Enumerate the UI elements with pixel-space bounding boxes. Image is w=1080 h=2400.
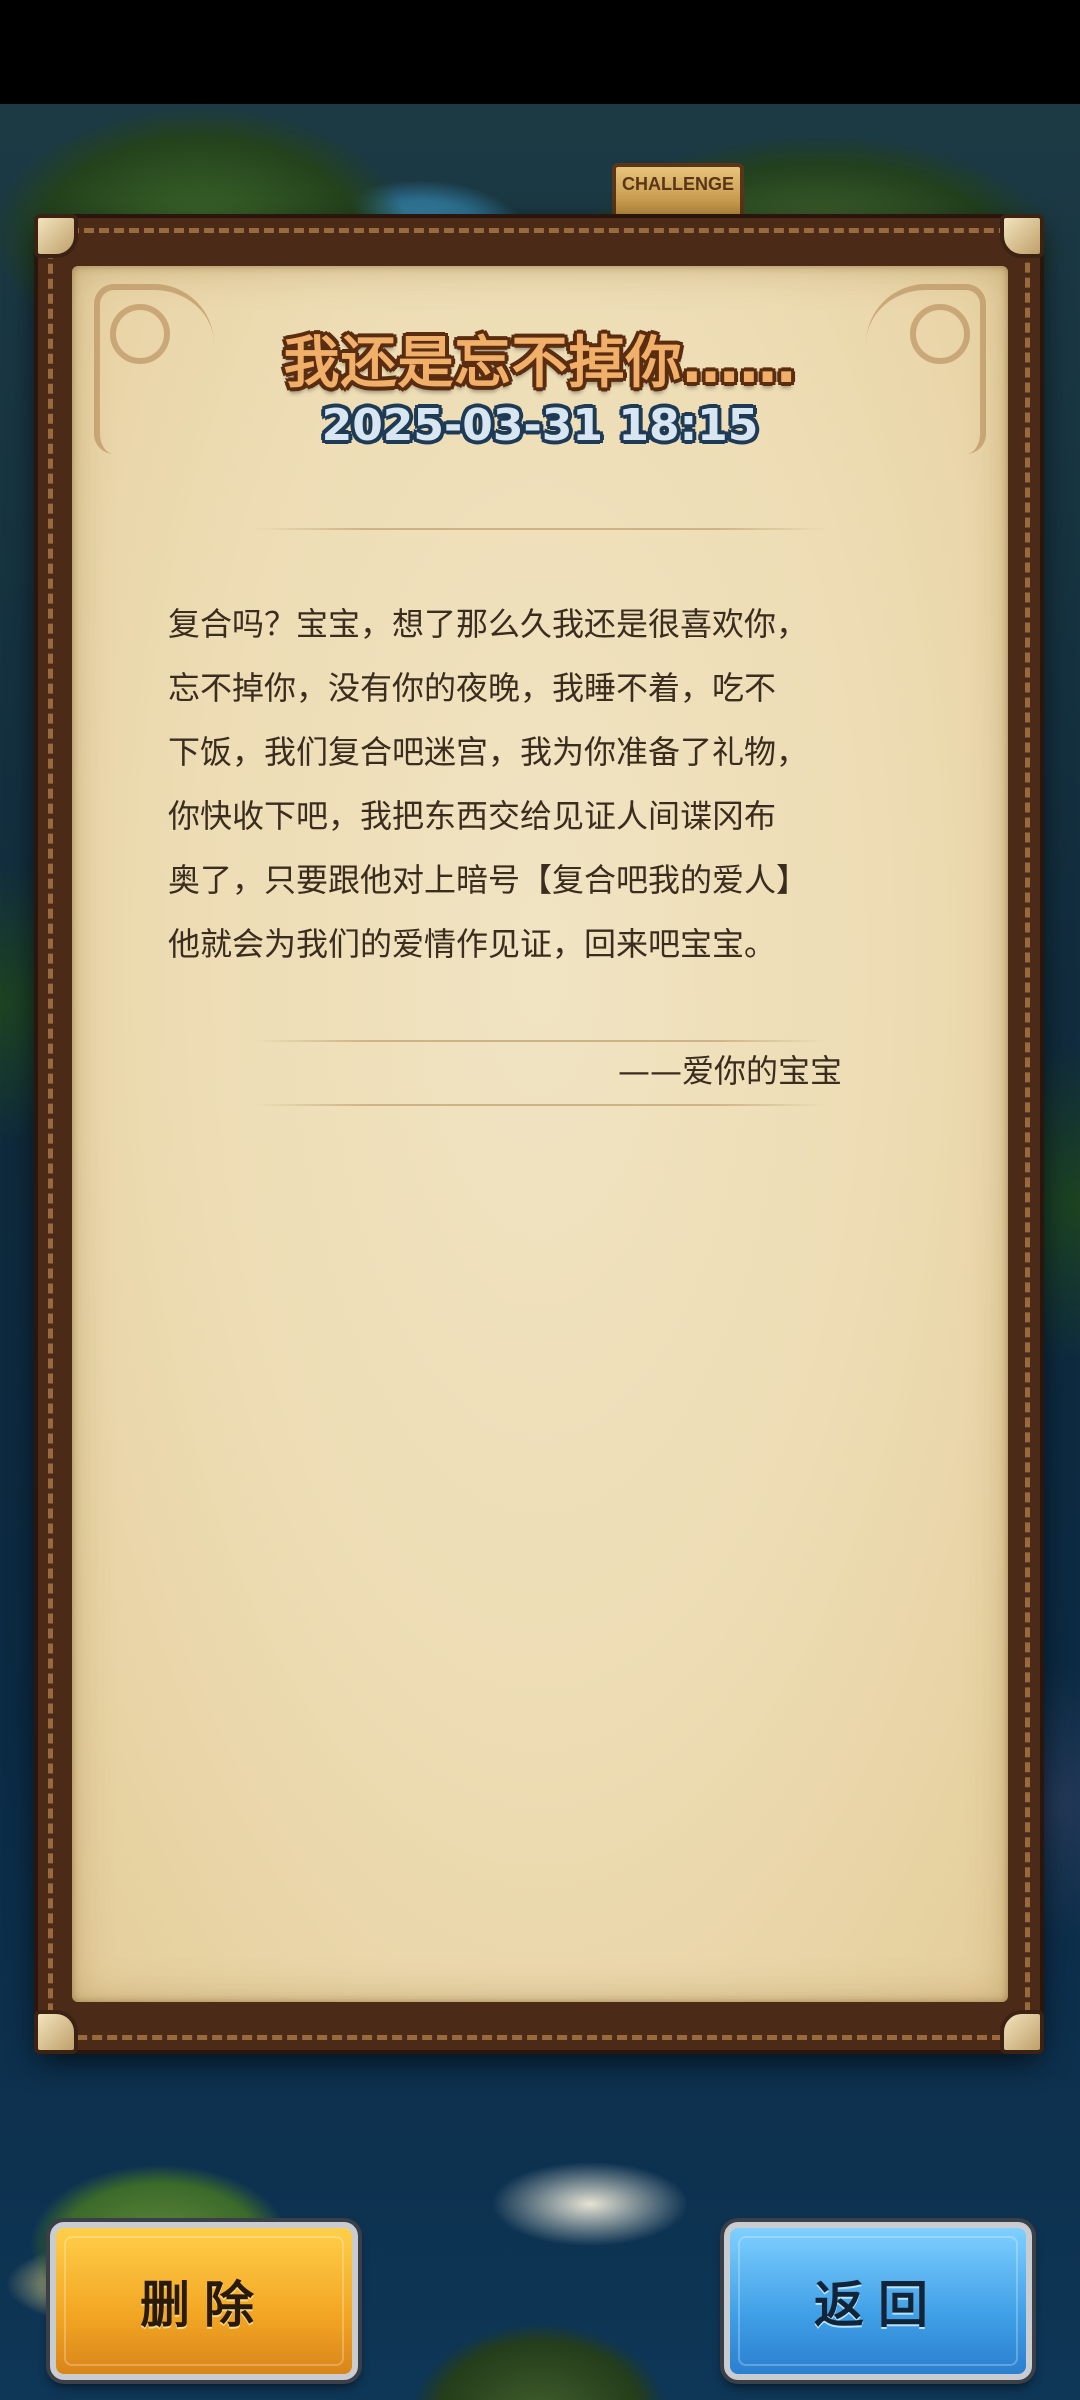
divider xyxy=(252,1104,828,1106)
letter-line: 复合吗？宝宝，想了那么久我还是很喜欢你， xyxy=(168,605,809,643)
letter-body: 复合吗？宝宝，想了那么久我还是很喜欢你， 忘不掉你，没有你的夜晚，我睡不着，吃不… xyxy=(168,592,868,976)
letter-line: 忘不掉你，没有你的夜晚，我睡不着，吃不 xyxy=(168,669,777,707)
corner-ornament-icon xyxy=(1000,2010,1044,2054)
letter-line: 下饭，我们复合吧迷宫，我为你准备了礼物， xyxy=(168,733,809,771)
divider xyxy=(252,1040,828,1042)
delete-button-label: 删除 xyxy=(140,2276,268,2334)
letter-paper xyxy=(72,266,1008,2002)
corner-ornament-icon xyxy=(34,214,78,258)
letter-line: 你快收下吧，我把东西交给见证人间谍冈布 xyxy=(168,797,777,835)
corner-ornament-icon xyxy=(1000,214,1044,258)
divider xyxy=(252,528,828,530)
letter-datetime: 2025-03-31 18:15 xyxy=(321,400,759,451)
delete-button[interactable]: 删除 xyxy=(50,2222,358,2380)
letter-title: 我还是忘不掉你…… xyxy=(283,331,797,396)
letter-signature: ——爱你的宝宝 xyxy=(617,1052,842,1090)
game-screen: CHALLENGE 我还是忘不掉你…… 2025-03-31 18:15 复合吗… xyxy=(0,0,1080,2400)
letter-line: 奥了，只要跟他对上暗号【复合吧我的爱人】 xyxy=(168,861,809,899)
letter-line: 他就会为我们的爱情作见证，回来吧宝宝。 xyxy=(168,925,777,963)
back-button-label: 返回 xyxy=(814,2276,942,2334)
challenge-sign: CHALLENGE xyxy=(612,163,744,221)
status-bar xyxy=(0,0,1080,104)
back-button[interactable]: 返回 xyxy=(724,2222,1032,2380)
corner-ornament-icon xyxy=(34,2010,78,2054)
